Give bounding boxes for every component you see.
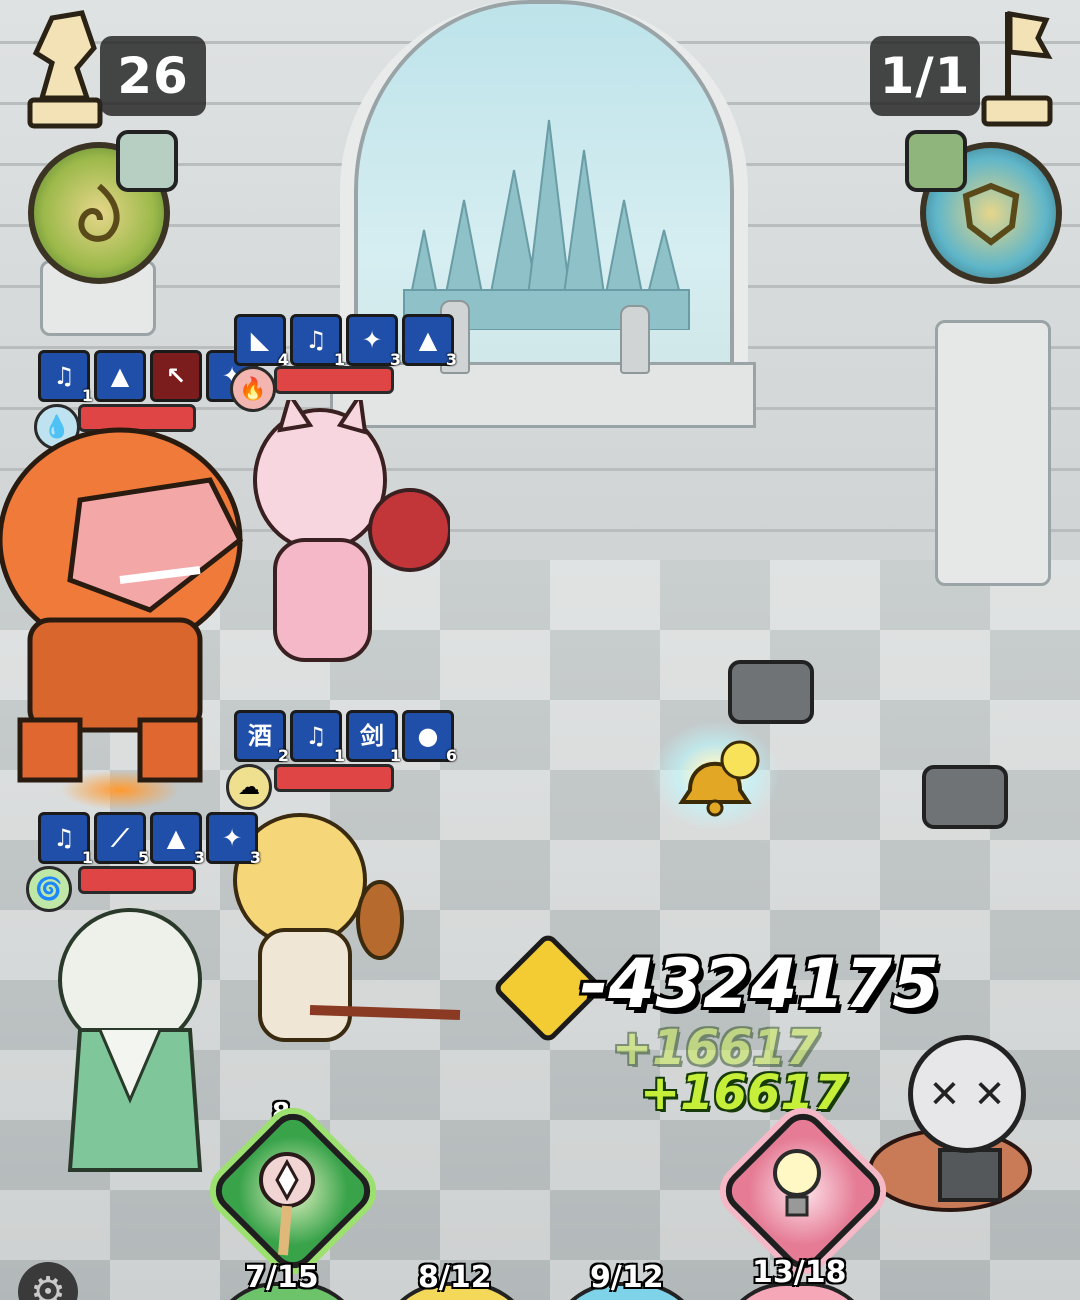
lightbulb-icon [773,1149,821,1217]
skill-count: 1 [81,386,93,405]
turns-counter: 26 [100,36,206,116]
right-pillar [935,320,1051,586]
skill-count: 2 [277,746,289,765]
skill-count: 1 [333,746,345,765]
skill-glyph: ● [417,722,439,750]
skill-count: 6 [445,746,457,765]
fox-girl-hp-bar [274,366,394,394]
skill-glyph: ♫ [53,824,75,852]
knight-trophy-icon [27,10,103,129]
flag-trophy-icon [981,11,1053,127]
skill-glyph: ▲ [166,824,186,852]
skill-tag: ♫ 1 [290,710,345,765]
skill-tag: ♫ 1 [290,314,345,369]
turns-value: 26 [117,47,189,105]
skill-tag: ♫ 1 [38,812,93,867]
damage-number: -4324175 [580,945,940,1024]
wave-value: 1/1 [879,47,971,105]
skill-tag: 酒2 [234,710,289,765]
skill-glyph: ▲ [110,362,130,390]
skill-glyph: ♫ [53,362,75,390]
shark-skill-tags: ♫1▲↖✦3 [38,350,261,405]
skill-count: 3 [193,848,205,867]
energy-counter-3: 9/12 [590,1260,664,1295]
heal-number: +16617 [640,1065,848,1121]
skill-glyph: ⟋ [111,824,129,852]
skill-glyph: 剑 [360,722,384,750]
skill-tag: ◣ 4 [234,314,289,369]
fox-girl-skill-tags: ◣ 4 ♫ 1 ✦ 3 ▲ 3 [234,314,457,369]
skill-glyph: ◣ [250,326,270,354]
skill-glyph: ▲ [418,326,438,354]
skill-tag: ● 6 [402,710,457,765]
knocked-out-bubble: ✕ ✕ [908,1035,1026,1153]
skill-tag: 剑1 [346,710,401,765]
stone-block [922,765,1008,829]
golden-bell-pickup[interactable] [650,720,780,830]
skill-tag: ↖ [150,350,202,402]
skill-count: 3 [445,350,457,369]
dizzy-face-icon: ✕ ✕ [928,1072,1006,1116]
skill-count: 1 [81,848,93,867]
wave-counter: 1/1 [870,36,980,116]
battle-scene: 26 1/1 ♫1▲↖✦3 💧 ◣4♫1✦3▲3 🔥 [0,0,1080,1300]
skill-glyph: ♫ [305,722,327,750]
skill-tag: ⟋ 5 [94,812,149,867]
skill-count: 5 [137,848,149,867]
enemy-leader-portrait [905,130,967,192]
energy-counter-2: 8/12 [418,1260,492,1295]
gourd-girl-skill-tags: 酒 2 ♫ 1 剑 1 ● 6 [234,710,457,765]
skill-tag: ✦3 [346,314,401,369]
gourd-girl-hp-bar [274,764,394,792]
elder-hp-bar [78,866,196,894]
skill-tag: ▲ 3 [150,812,205,867]
castle-silhouette [402,119,691,330]
energy-counter-4: 13/18 [752,1255,847,1290]
skill-tag: ▲ 3 [402,314,457,369]
shield-swirl-icon [962,182,1020,246]
skill-tag: ▲ [94,350,146,402]
skill-tag: ✦3 [206,812,261,867]
player-leader-portrait [116,130,178,192]
skill-count: 3 [249,848,261,867]
skill-count: 1 [389,746,401,765]
stone-block [728,660,814,724]
energy-counter-1: 7/15 [245,1260,319,1295]
skill-glyph: ↖ [165,362,187,390]
skill-glyph: 酒 [248,722,272,750]
elder-sage-unit[interactable] [20,900,270,1190]
bell-icon [678,740,760,817]
fox-girl-unit[interactable] [220,400,450,690]
skill-glyph: ✦ [361,326,383,354]
elder-skill-tags: ♫ 1 ⟋ 5 ▲ 3 ✦ 3 [38,812,261,867]
wand-icon [259,1152,315,1256]
chess-piece-right [620,305,650,374]
skill-glyph: ✦ [221,824,243,852]
skill-tag: ♫ 1 [38,350,93,405]
skill-glyph: ♫ [305,326,327,354]
